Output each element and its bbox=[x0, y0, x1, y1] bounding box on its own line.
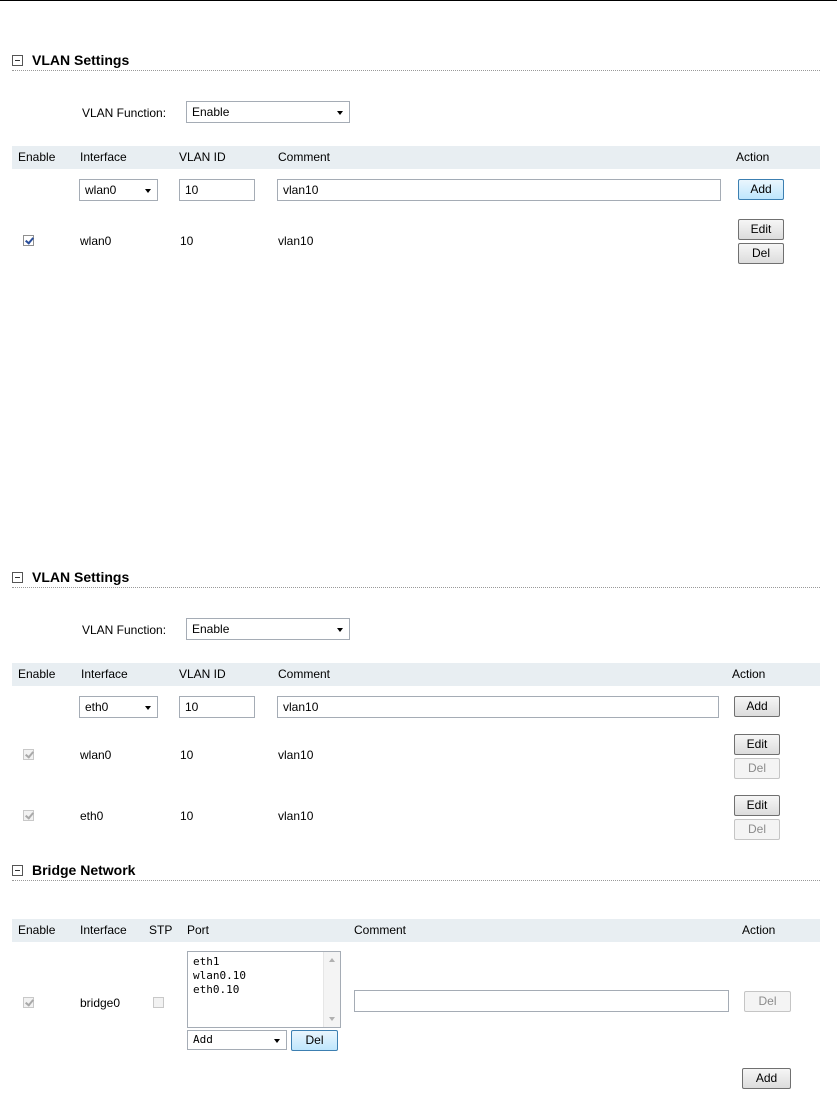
interface-value: eth0 bbox=[85, 700, 109, 714]
add-button[interactable]: Add bbox=[734, 696, 780, 717]
col-action: Action bbox=[732, 667, 766, 681]
vlan-settings-header: VLAN Settings bbox=[12, 569, 820, 588]
bridge-add-button[interactable]: Add bbox=[742, 1068, 791, 1089]
del-button[interactable]: Del bbox=[734, 758, 780, 779]
add-button[interactable]: Add bbox=[738, 179, 784, 200]
vlan-settings-header: VLAN Settings bbox=[12, 52, 820, 71]
port-item[interactable]: wlan0.10 bbox=[193, 969, 246, 982]
scroll-up-icon[interactable] bbox=[329, 958, 335, 962]
vlan-table-header: Enable Interface VLAN ID Comment Action bbox=[12, 146, 820, 169]
enable-checkbox[interactable] bbox=[23, 235, 34, 246]
interface-cell: wlan0 bbox=[80, 234, 112, 248]
col-vlan-id: VLAN ID bbox=[179, 667, 226, 681]
chevron-down-icon bbox=[337, 111, 343, 115]
col-enable: Enable bbox=[18, 667, 56, 681]
vlan-id-cell: 10 bbox=[180, 748, 194, 762]
vlan-function-value: Enable bbox=[192, 105, 230, 119]
section-title: Bridge Network bbox=[32, 862, 136, 878]
interface-cell: eth0 bbox=[80, 809, 104, 823]
port-listbox[interactable]: eth1 wlan0.10 eth0.10 bbox=[187, 951, 341, 1028]
del-button[interactable]: Del bbox=[738, 243, 784, 264]
enable-checkbox[interactable] bbox=[23, 749, 34, 760]
comment-cell: vlan10 bbox=[278, 809, 314, 823]
interface-value: wlan0 bbox=[85, 183, 117, 197]
col-stp: STP bbox=[149, 923, 173, 937]
col-action: Action bbox=[736, 150, 770, 164]
port-item[interactable]: eth1 bbox=[193, 955, 220, 968]
collapse-icon[interactable] bbox=[12, 572, 23, 583]
edit-button[interactable]: Edit bbox=[738, 219, 784, 240]
chevron-down-icon bbox=[274, 1039, 280, 1043]
chevron-down-icon bbox=[337, 628, 343, 632]
bridge-del-button[interactable]: Del bbox=[744, 991, 791, 1012]
chevron-down-icon bbox=[145, 706, 151, 710]
listbox-scrollbar[interactable] bbox=[323, 952, 340, 1027]
vlan-id-input[interactable]: 10 bbox=[179, 696, 255, 718]
vlan-id-cell: 10 bbox=[180, 809, 194, 823]
enable-checkbox[interactable] bbox=[23, 810, 34, 821]
comment-input[interactable]: vlan10 bbox=[277, 696, 719, 718]
col-comment: Comment bbox=[354, 923, 407, 937]
port-del-button[interactable]: Del bbox=[291, 1030, 338, 1051]
section-title: VLAN Settings bbox=[32, 569, 130, 585]
vlan-function-label: VLAN Function: bbox=[82, 106, 167, 120]
vlan-function-value: Enable bbox=[192, 622, 230, 636]
col-enable: Enable bbox=[18, 923, 56, 937]
enable-checkbox[interactable] bbox=[23, 997, 34, 1008]
vlan-function-select[interactable]: Enable bbox=[186, 618, 350, 640]
col-interface: Interface bbox=[80, 150, 127, 164]
col-port: Port bbox=[187, 923, 210, 937]
interface-select[interactable]: eth0 bbox=[79, 696, 158, 718]
interface-select[interactable]: wlan0 bbox=[79, 179, 158, 201]
col-vlan-id: VLAN ID bbox=[179, 150, 226, 164]
vlan-function-label: VLAN Function: bbox=[82, 623, 167, 637]
vlan-id-input[interactable]: 10 bbox=[179, 179, 255, 201]
vlan-function-select[interactable]: Enable bbox=[186, 101, 350, 123]
col-comment: Comment bbox=[278, 150, 331, 164]
vlan-id-cell: 10 bbox=[180, 234, 194, 248]
col-comment: Comment bbox=[278, 667, 331, 681]
chevron-down-icon bbox=[145, 189, 151, 193]
port-item[interactable]: eth0.10 bbox=[193, 983, 239, 996]
col-action: Action bbox=[742, 923, 776, 937]
bridge-comment-input[interactable] bbox=[354, 990, 729, 1012]
edit-button[interactable]: Edit bbox=[734, 734, 780, 755]
comment-cell: vlan10 bbox=[278, 234, 314, 248]
interface-cell: wlan0 bbox=[80, 748, 112, 762]
interface-cell: bridge0 bbox=[80, 996, 121, 1010]
del-button[interactable]: Del bbox=[734, 819, 780, 840]
col-interface: Interface bbox=[80, 923, 127, 937]
comment-input[interactable]: vlan10 bbox=[277, 179, 721, 201]
comment-cell: vlan10 bbox=[278, 748, 314, 762]
port-add-value: Add bbox=[193, 1033, 213, 1046]
bridge-network-header: Bridge Network bbox=[12, 862, 820, 881]
stp-checkbox[interactable] bbox=[153, 997, 164, 1008]
top-border bbox=[0, 0, 837, 1]
scroll-down-icon[interactable] bbox=[329, 1017, 335, 1021]
section-title: VLAN Settings bbox=[32, 52, 130, 68]
collapse-icon[interactable] bbox=[12, 55, 23, 66]
vlan-table-header: Enable Interface VLAN ID Comment Action bbox=[12, 663, 820, 686]
col-enable: Enable bbox=[18, 150, 56, 164]
bridge-table-header: Enable Interface STP Port Comment Action bbox=[12, 919, 820, 942]
collapse-icon[interactable] bbox=[12, 865, 23, 876]
edit-button[interactable]: Edit bbox=[734, 795, 780, 816]
col-interface: Interface bbox=[81, 667, 128, 681]
port-add-select[interactable]: Add bbox=[187, 1030, 287, 1050]
